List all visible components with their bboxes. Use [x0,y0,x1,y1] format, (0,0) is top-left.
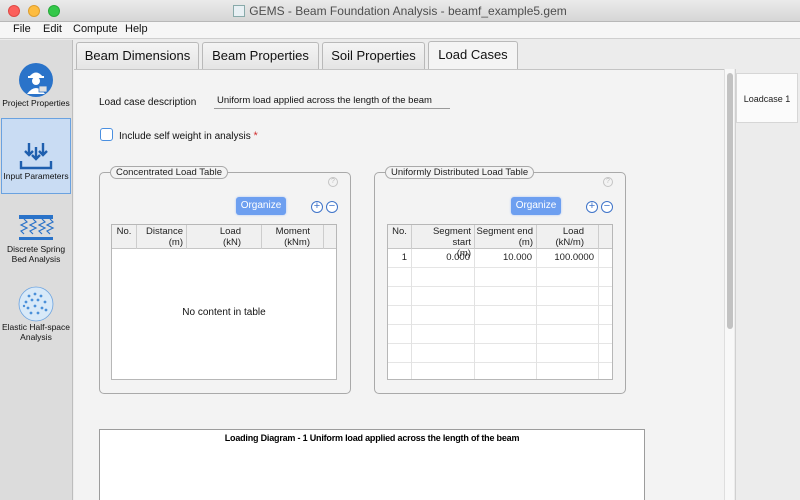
empty-table-message: No content in table [182,307,266,318]
loadcase-list: Loadcase 1 [735,69,800,500]
add-row-icon[interactable]: + [586,201,598,213]
sidebar-item-label: Discrete Spring Bed Analysis [6,244,66,264]
tab-beam-properties[interactable]: Beam Properties [202,42,319,70]
table-row[interactable]: 1 0.000 10.000 100.0000 [388,249,612,268]
document-icon [233,5,246,17]
organize-button[interactable]: Organize [511,197,561,215]
description-label: Load case description [99,97,197,108]
spring-bed-icon [19,215,55,240]
cell-segment-end: 10.000 [475,249,537,268]
loading-diagram: Loading Diagram - 1 Uniform load applied… [99,429,645,500]
sidebar-item-label: Elastic Half-space Analysis [1,322,71,342]
table-row[interactable] [388,268,612,287]
window-title: GEMS - Beam Foundation Analysis - beamf_… [0,4,800,18]
menu-bar: File Edit Compute Help [0,22,800,39]
column-header[interactable]: Distance (m) [137,225,187,249]
menu-edit[interactable]: Edit [43,23,62,35]
half-space-icon [18,286,54,322]
column-header[interactable]: Moment (kNm) [262,225,324,249]
tab-load-cases[interactable]: Load Cases [428,41,518,71]
tab-beam-dimensions[interactable]: Beam Dimensions [76,42,199,70]
distributed-load-table: No. Segment start (m) Segment end (m) Load… [387,224,613,380]
table-row[interactable] [388,344,612,363]
sidebar-item-project-properties[interactable]: Project Properties [1,62,71,114]
column-header[interactable]: No. [112,225,137,249]
menu-help[interactable]: Help [125,23,148,35]
sidebar-item-label: Project Properties [2,98,70,108]
organize-button[interactable]: Organize [236,197,286,215]
menu-file[interactable]: File [13,23,31,35]
table-header: No. Distance (m) Load (kN) Moment (kNm) [112,225,336,249]
distributed-load-title: Uniformly Distributed Load Table [385,166,535,179]
remove-row-icon[interactable]: − [326,201,338,213]
self-weight-checkbox[interactable] [100,128,113,141]
column-header[interactable]: No. [388,225,412,249]
remove-row-icon[interactable]: − [601,201,613,213]
vertical-scrollbar[interactable] [724,69,734,500]
sidebar-item-elastic-half-space[interactable]: Elastic Half-space Analysis [1,286,71,346]
cell-segment-start: 0.000 [412,249,475,268]
help-icon[interactable]: ? [603,177,613,187]
column-header[interactable]: Segment end (m) [475,225,537,249]
add-row-icon[interactable]: + [311,201,323,213]
table-row[interactable] [388,287,612,306]
scrollbar-thumb[interactable] [727,73,733,329]
tab-soil-properties[interactable]: Soil Properties [322,42,425,70]
concentrated-load-group: Concentrated Load Table ? Organize + − N… [99,166,351,394]
sidebar-item-input-parameters[interactable]: Input Parameters [1,118,71,194]
concentrated-load-table: No. Distance (m) Load (kN) Moment (kNm) No … [111,224,337,380]
column-header[interactable]: Load (kN/m) [537,225,599,249]
engineer-icon [19,63,53,97]
input-arrows-icon [19,143,53,170]
menu-compute[interactable]: Compute [73,23,118,35]
distributed-load-group: Uniformly Distributed Load Table ? Organ… [374,166,626,394]
self-weight-label: Include self weight in analysis * [119,130,258,142]
diagram-title: Loading Diagram - 1 Uniform load applied… [224,433,520,443]
title-bar: GEMS - Beam Foundation Analysis - beamf_… [0,0,800,22]
table-row[interactable] [388,306,612,325]
sidebar-item-discrete-spring-bed[interactable]: Discrete Spring Bed Analysis [1,212,71,270]
cell-no: 1 [388,249,412,268]
table-row[interactable] [388,363,612,379]
column-header[interactable]: Segment start (m) [412,225,475,259]
cell-load: 100.0000 [537,249,599,268]
description-input[interactable] [214,93,450,109]
concentrated-load-title: Concentrated Load Table [110,166,228,179]
table-header: No. Segment start (m) Segment end (m) Load… [388,225,612,259]
table-row[interactable] [388,325,612,344]
sidebar: Project Properties Input Parameters Disc… [0,40,73,500]
sidebar-item-label: Input Parameters [3,171,69,181]
loadcase-item[interactable]: Loadcase 1 [736,73,798,123]
help-icon[interactable]: ? [328,177,338,187]
required-marker: * [253,130,258,142]
column-header[interactable]: Load (kN) [187,225,262,249]
